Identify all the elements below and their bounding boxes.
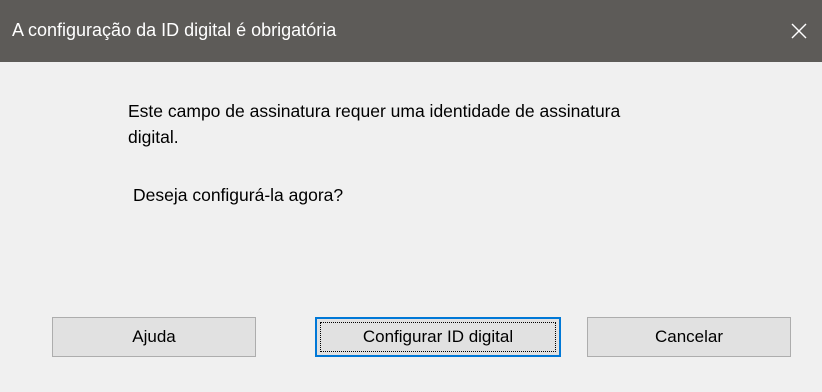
close-button[interactable]	[776, 0, 822, 62]
dialog-body: Este campo de assinatura requer uma iden…	[0, 62, 822, 392]
cancel-button-label: Cancelar	[654, 327, 724, 346]
configure-digital-id-button[interactable]: Configurar ID digital	[315, 317, 561, 357]
help-button-label: Ajuda	[132, 327, 176, 346]
message-text-line-2: digital.	[128, 127, 179, 147]
help-button[interactable]: Ajuda	[52, 317, 256, 357]
message-text-line-1: Este campo de assinatura requer uma iden…	[128, 101, 621, 121]
focus-rectangle	[320, 322, 556, 352]
title-bar: A configuração da ID digital é obrigatór…	[0, 0, 822, 62]
dialog-title: A configuração da ID digital é obrigatór…	[12, 20, 337, 40]
dialog-window: A configuração da ID digital é obrigatór…	[0, 0, 822, 392]
question-text: Deseja configurá-la agora?	[133, 185, 344, 205]
close-icon	[791, 23, 807, 39]
cancel-button[interactable]: Cancelar	[587, 317, 791, 357]
